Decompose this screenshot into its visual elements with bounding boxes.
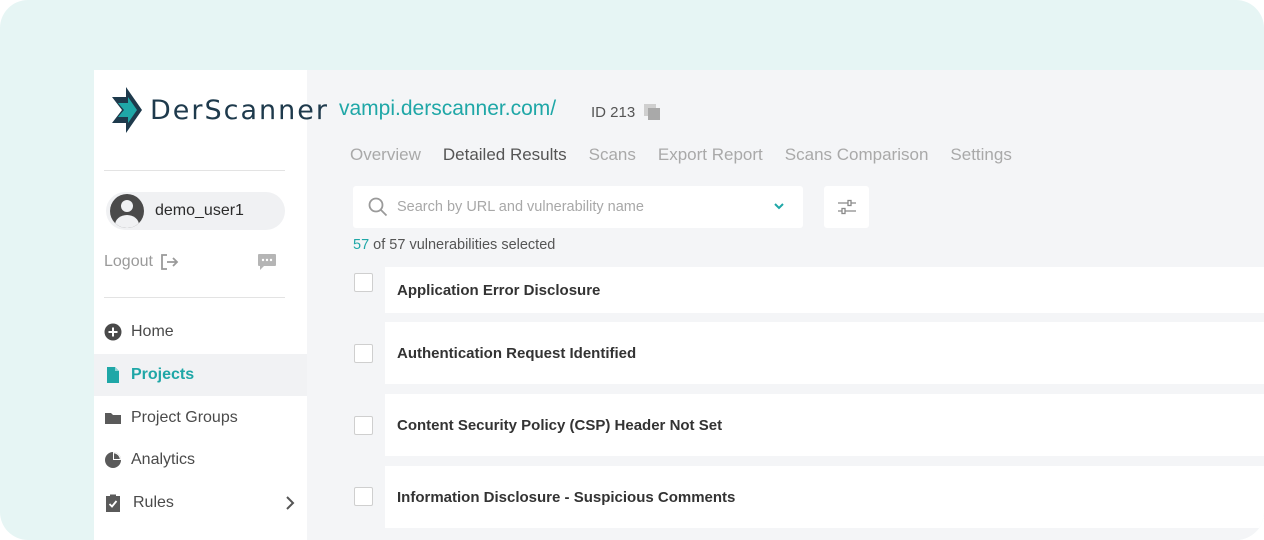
tab-export-report[interactable]: Export Report (658, 145, 763, 165)
tab-overview[interactable]: Overview (350, 145, 421, 165)
chat-icon[interactable] (257, 253, 277, 271)
brand-logo[interactable]: DerScanner (112, 87, 329, 133)
sidebar-item-project-groups[interactable]: Project Groups (94, 397, 307, 439)
sidebar-divider (104, 170, 285, 171)
vulnerability-name: Authentication Request Identified (397, 344, 637, 362)
sidebar-item-label: Home (131, 323, 174, 340)
filter-button[interactable] (824, 186, 869, 228)
vulnerability-row[interactable]: Authentication Request Identified (385, 322, 1264, 384)
project-tabs: Overview Detailed Results Scans Export R… (350, 145, 1034, 165)
sidebar-item-home[interactable]: Home (94, 311, 307, 353)
vulnerability-row[interactable]: Information Disclosure - Suspicious Comm… (385, 466, 1264, 528)
row-checkbox[interactable] (354, 416, 373, 435)
username: demo_user1 (155, 202, 244, 219)
logout-icon (161, 254, 179, 270)
sidebar-item-label: Projects (131, 366, 195, 383)
sidebar-item-label: Analytics (131, 451, 196, 468)
selection-text: of 57 vulnerabilities selected (369, 237, 556, 253)
selected-count: 57 (353, 237, 370, 253)
sidebar-item-rules[interactable]: Rules (94, 482, 307, 524)
chevron-down-icon[interactable] (773, 201, 785, 211)
user-chip[interactable]: demo_user1 (106, 192, 285, 230)
clipboard-check-icon (106, 494, 120, 512)
selection-count: 57 of 57 vulnerabilities selected (353, 237, 555, 253)
vulnerability-row[interactable]: Application Error Disclosure (385, 267, 1264, 313)
sidebar-item-projects[interactable]: Projects (94, 354, 307, 396)
pie-chart-icon (105, 452, 121, 468)
tab-scans-comparison[interactable]: Scans Comparison (785, 145, 929, 165)
logout-label: Logout (104, 253, 153, 270)
sidebar-item-label: Rules (133, 494, 174, 511)
vulnerability-name: Information Disclosure - Suspicious Comm… (397, 488, 736, 506)
tab-scans[interactable]: Scans (589, 145, 636, 165)
folder-icon (105, 413, 121, 424)
copy-icon[interactable] (643, 103, 661, 121)
tab-settings[interactable]: Settings (950, 145, 1011, 165)
plus-circle-icon (104, 323, 122, 341)
sidebar-item-analytics[interactable]: Analytics (94, 439, 307, 481)
app-window: DerScanner demo_user1 Logout Home Projec… (94, 70, 1264, 540)
project-id: ID 213 (591, 103, 661, 121)
sliders-icon (837, 199, 856, 215)
document-icon (107, 367, 119, 383)
avatar (110, 194, 144, 228)
sidebar-item-label: Project Groups (131, 409, 238, 426)
search-box (353, 186, 803, 228)
row-checkbox[interactable] (354, 344, 373, 363)
tab-detailed-results[interactable]: Detailed Results (443, 145, 567, 165)
vulnerability-name: Content Security Policy (CSP) Header Not… (397, 416, 723, 434)
sidebar: DerScanner demo_user1 Logout Home Projec… (94, 70, 327, 540)
search-input[interactable] (397, 199, 757, 215)
search-icon (368, 197, 388, 217)
logo-arrow-icon (112, 87, 142, 133)
vulnerability-name: Application Error Disclosure (397, 281, 601, 299)
chevron-right-icon[interactable] (285, 495, 295, 511)
project-id-label: ID 213 (591, 103, 636, 121)
project-title[interactable]: vampi.derscanner.com/ (339, 97, 556, 121)
brand-name: DerScanner (150, 94, 329, 126)
row-checkbox[interactable] (354, 487, 373, 506)
sidebar-divider (104, 297, 285, 298)
vulnerability-row[interactable]: Content Security Policy (CSP) Header Not… (385, 394, 1264, 456)
logout-button[interactable]: Logout (104, 253, 179, 271)
row-checkbox[interactable] (354, 273, 373, 292)
page-frame: DerScanner demo_user1 Logout Home Projec… (0, 0, 1264, 540)
